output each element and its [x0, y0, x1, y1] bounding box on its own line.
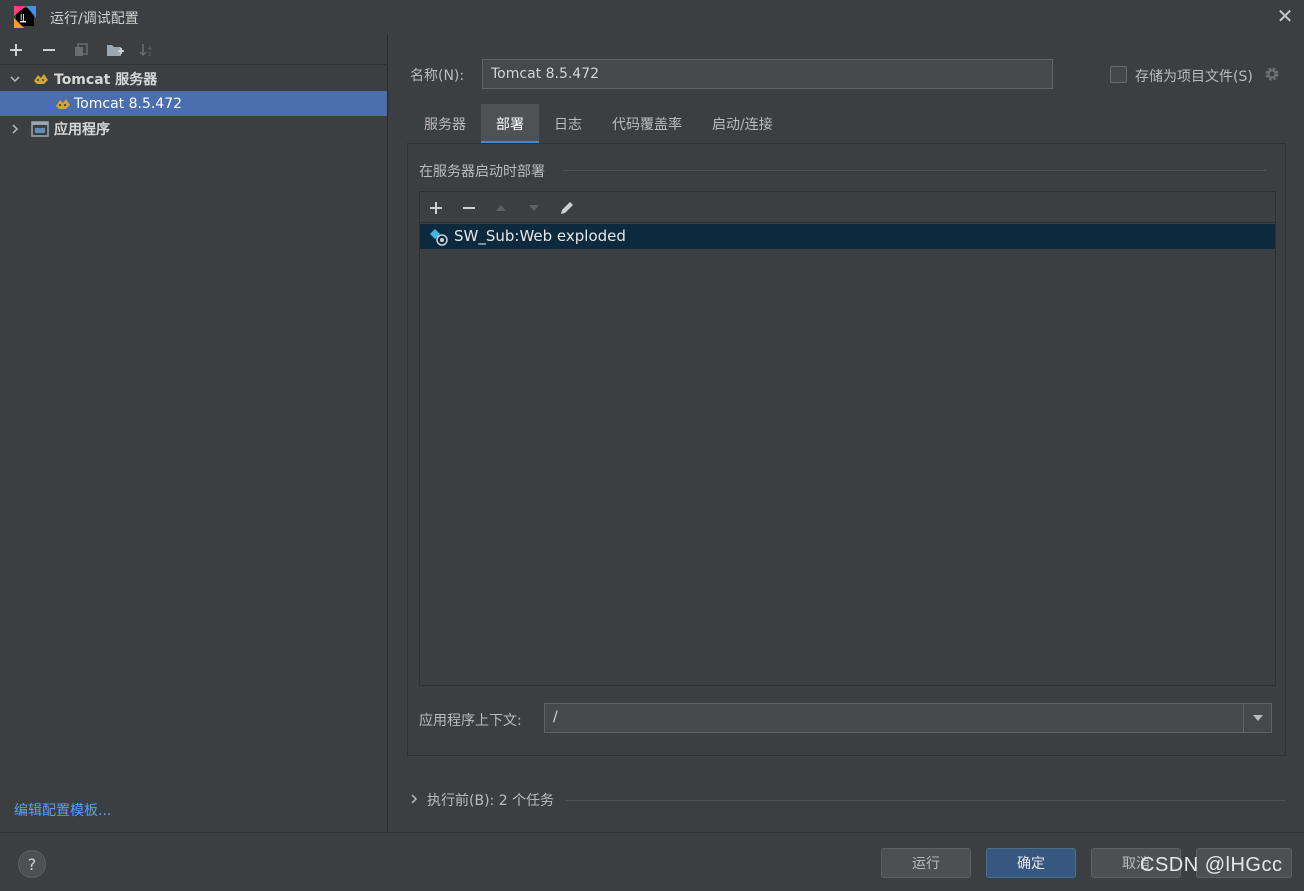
tree-item-label: 应用程序 — [54, 121, 110, 138]
tab-code-coverage[interactable]: 代码覆盖率 — [597, 104, 697, 144]
copy-icon[interactable] — [70, 39, 92, 61]
application-icon — [31, 121, 49, 137]
tab-bar: 服务器 部署 日志 代码覆盖率 启动/连接 — [409, 104, 788, 144]
configuration-sidebar: az Tomcat 服务器 Tomcat 8.5.472 应用程序 编辑配置模板… — [0, 35, 388, 832]
move-down-icon[interactable] — [523, 197, 545, 219]
add-icon[interactable] — [5, 39, 27, 61]
tab-startup-connection[interactable]: 启动/连接 — [697, 104, 788, 144]
context-label: 应用程序上下文: — [419, 713, 522, 729]
tomcat-icon — [34, 74, 48, 84]
before-launch-label: 执行前(B): 2 个任务 — [427, 793, 555, 809]
svg-text:z: z — [148, 51, 151, 57]
sidebar-toolbar: az — [0, 35, 388, 65]
chevron-right-icon[interactable] — [8, 122, 22, 136]
section-title: 在服务器启动时部署 — [419, 164, 545, 180]
chevron-down-icon[interactable] — [1243, 704, 1271, 732]
tab-logs[interactable]: 日志 — [539, 104, 597, 144]
tree-item-label: Tomcat 服务器 — [54, 71, 158, 88]
store-as-project-file-label: 存储为项目文件(S) — [1135, 69, 1253, 85]
configuration-editor: 名称(N): 存储为项目文件(S) 服务器 部署 日志 代码覆盖率 启动/连接 … — [389, 35, 1304, 832]
title-bar: IJ 运行/调试配置 ✕ — [0, 0, 1304, 35]
tree-item-tomcat-server[interactable]: Tomcat 服务器 — [0, 66, 387, 91]
sort-icon[interactable]: az — [136, 39, 158, 61]
gear-icon[interactable] — [1263, 65, 1281, 83]
edit-templates-link[interactable]: 编辑配置模板... — [14, 800, 111, 820]
context-combobox[interactable]: / — [544, 703, 1272, 733]
name-label: 名称(N): — [410, 68, 465, 84]
web-artifact-icon — [430, 229, 448, 246]
close-icon[interactable]: ✕ — [1274, 5, 1296, 27]
move-up-icon[interactable] — [490, 197, 512, 219]
tree-item-label: Tomcat 8.5.472 — [74, 95, 183, 112]
new-folder-icon[interactable] — [104, 39, 126, 61]
tab-deployment[interactable]: 部署 — [481, 104, 539, 144]
remove-icon[interactable] — [38, 39, 60, 61]
deployment-list: SW_Sub:Web exploded — [419, 191, 1276, 686]
dialog-footer: ? 运行 确定 取消 CSDN @lHGcc — [0, 832, 1304, 891]
window-title: 运行/调试配置 — [50, 11, 139, 27]
edit-pencil-icon[interactable] — [556, 197, 578, 219]
svg-text:IJ: IJ — [20, 13, 25, 22]
list-item-label: SW_Sub:Web exploded — [454, 227, 626, 245]
section-divider — [563, 170, 1266, 171]
help-button[interactable]: ? — [18, 850, 46, 878]
add-icon[interactable] — [425, 197, 447, 219]
chevron-down-icon[interactable] — [8, 72, 22, 86]
list-item[interactable]: SW_Sub:Web exploded — [420, 224, 1275, 249]
store-as-project-file-checkbox[interactable] — [1110, 66, 1127, 83]
tab-server[interactable]: 服务器 — [409, 104, 481, 144]
name-field[interactable] — [482, 59, 1053, 89]
tree-item-tomcat-config[interactable]: Tomcat 8.5.472 — [0, 91, 387, 116]
chevron-right-icon — [409, 792, 423, 808]
ok-button[interactable]: 确定 — [986, 848, 1076, 878]
tomcat-icon — [56, 99, 70, 109]
remove-icon[interactable] — [458, 197, 480, 219]
watermark: CSDN @lHGcc — [1140, 854, 1283, 876]
deployment-panel: 在服务器启动时部署 SW_Sub:Web exploded 应用程序上下文: / — [407, 143, 1286, 756]
context-value: / — [553, 709, 558, 725]
deployment-toolbar — [420, 192, 1275, 223]
tree-item-application[interactable]: 应用程序 — [0, 116, 387, 141]
before-launch-divider — [565, 800, 1285, 801]
before-launch-toggle[interactable]: 执行前(B): 2 个任务 — [409, 790, 554, 810]
run-button[interactable]: 运行 — [881, 848, 971, 878]
intellij-idea-icon: IJ — [14, 6, 36, 28]
